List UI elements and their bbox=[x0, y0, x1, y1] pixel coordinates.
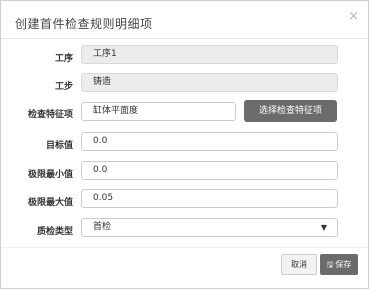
qc-type-select[interactable]: 首检 ▼ bbox=[81, 218, 338, 237]
process-field: 工序1 bbox=[81, 45, 338, 64]
target-label: 目标值 bbox=[45, 141, 73, 151]
create-rule-dialog: 创建首件检查规则明细项 × 工序 工序1 工步 铸造 检查特征项 缸体平面度 选… bbox=[0, 0, 369, 289]
step-label: 工步 bbox=[54, 82, 73, 92]
pick-feature-button[interactable]: 选择检查特征项 bbox=[244, 100, 337, 122]
qc-type-label: 质检类型 bbox=[36, 227, 73, 237]
chevron-down-icon: ▼ bbox=[320, 223, 327, 232]
dialog-title: 创建首件检查规则明细项 bbox=[15, 17, 153, 31]
process-label: 工序 bbox=[54, 54, 73, 64]
save-button[interactable]: 🖫 保存 bbox=[320, 254, 358, 275]
save-icon: 🖫 bbox=[326, 260, 334, 269]
feature-label: 检查特征项 bbox=[27, 110, 73, 120]
header-divider bbox=[1, 38, 368, 39]
min-input[interactable]: 0.0 bbox=[81, 161, 338, 180]
max-input[interactable]: 0.05 bbox=[81, 189, 338, 208]
close-icon[interactable]: × bbox=[348, 9, 359, 24]
qc-type-value: 首检 bbox=[93, 222, 112, 232]
min-label: 极限最小值 bbox=[27, 170, 73, 180]
max-label: 极限最大值 bbox=[27, 198, 73, 208]
step-field: 铸造 bbox=[81, 73, 338, 92]
save-label: 保存 bbox=[335, 260, 352, 269]
target-input[interactable]: 0.0 bbox=[81, 132, 338, 151]
feature-input[interactable]: 缸体平面度 bbox=[81, 102, 236, 121]
footer-divider bbox=[1, 247, 368, 248]
cancel-button[interactable]: 取消 bbox=[281, 254, 317, 275]
